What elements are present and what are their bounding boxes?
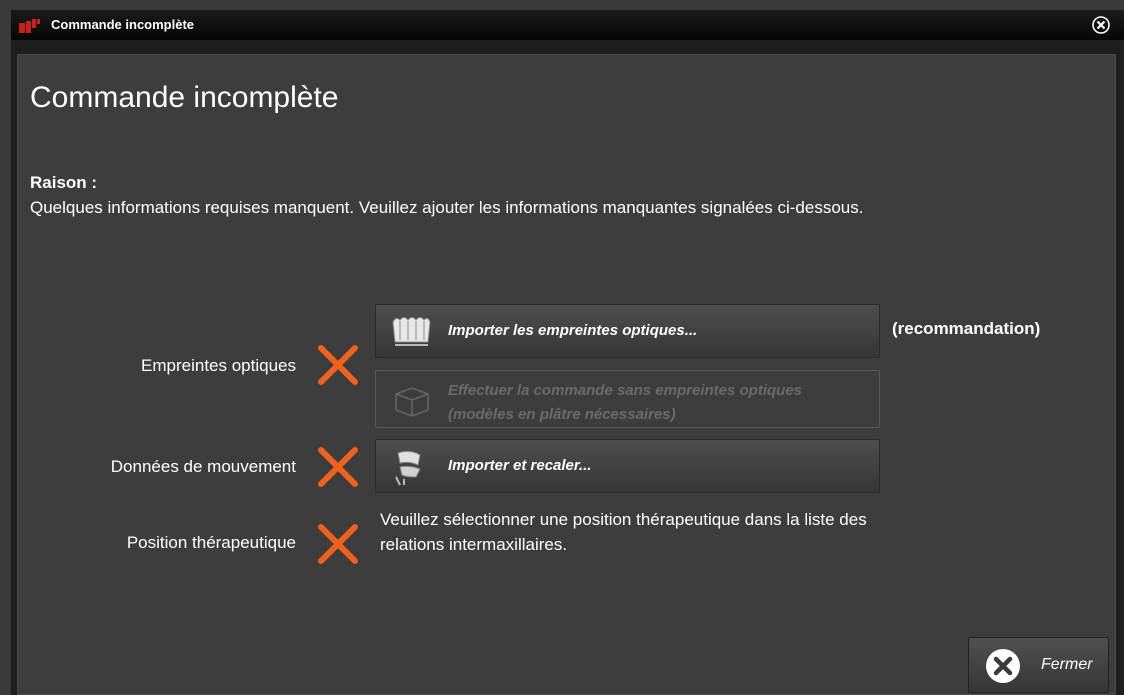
title-bar: Commande incomplète [11, 10, 1124, 40]
therapeutic-position-info: Veuillez sélectionner une position théra… [380, 510, 867, 554]
close-circle-icon[interactable] [1092, 16, 1110, 34]
window-title: Commande incomplète [51, 17, 195, 32]
close-button-label: Fermer [1041, 656, 1093, 673]
reason-text: Quelques informations requises manquent.… [30, 198, 864, 217]
import-optical-impressions-label: Importer les empreintes optiques... [448, 322, 698, 339]
dialog-body: Commande incomplète Raison : Quelques in… [17, 54, 1116, 695]
plaster-model-box-icon [395, 387, 429, 417]
import-and-register-button[interactable]: Importer et recaler... [375, 439, 880, 493]
missing-x-icon [318, 447, 358, 487]
import-optical-impressions-button[interactable]: Importer les empreintes optiques... [375, 304, 880, 358]
missing-x-icon [318, 524, 358, 564]
order-without-impressions-button[interactable]: Effectuer la commande sans empreintes op… [375, 370, 880, 428]
optical-impressions-icon [392, 317, 431, 346]
page-title: Commande incomplète [30, 81, 339, 114]
close-button[interactable]: Fermer [968, 637, 1109, 693]
row-label-optical-impressions: Empreintes optiques [141, 356, 296, 375]
missing-x-icon [318, 345, 358, 385]
reason-label: Raison : [30, 173, 98, 192]
import-and-register-label: Importer et recaler... [448, 457, 592, 474]
dialog-window: Commande incomplète Commande incomplète … [11, 10, 1124, 695]
close-circle-icon [986, 649, 1020, 683]
recommendation-note: (recommandation) [892, 319, 1041, 338]
row-label-motion-data: Données de mouvement [110, 457, 296, 476]
row-label-therapeutic-position: Position thérapeutique [126, 533, 296, 552]
order-without-impressions-label: Effectuer la commande sans empreintes op… [448, 382, 803, 423]
jaw-motion-icon [395, 450, 421, 486]
app-logo-icon [19, 19, 40, 33]
